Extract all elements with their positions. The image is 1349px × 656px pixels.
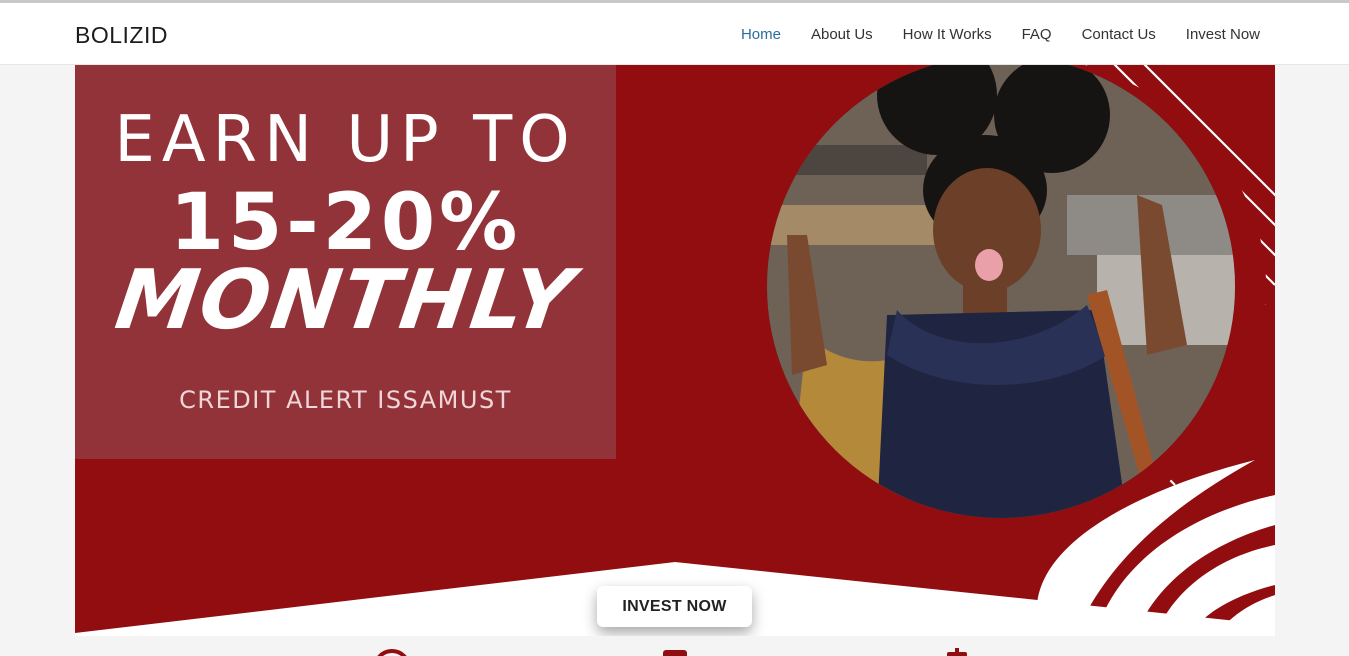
features-row <box>0 636 1349 656</box>
nav-item-faq[interactable]: FAQ <box>1022 26 1052 43</box>
phone-icon <box>663 650 687 656</box>
dollar-icon <box>947 648 967 656</box>
headline-panel: EARN UP TO 15-20% MONTHLY CREDIT ALERT I… <box>75 65 616 459</box>
nav-item-contact-us[interactable]: Contact Us <box>1082 26 1156 43</box>
tagline: CREDIT ALERT ISSAMUST <box>179 386 512 414</box>
hero-photo <box>767 65 1235 518</box>
nav-item-about-us[interactable]: About Us <box>811 26 873 43</box>
headline-earn-up-to: EARN UP TO <box>114 103 577 177</box>
main-nav: Home About Us How It Works FAQ Contact U… <box>741 26 1260 43</box>
nav-item-home[interactable]: Home <box>741 26 781 43</box>
brand-logo[interactable]: BOLIZID <box>75 22 168 49</box>
target-icon <box>377 649 407 656</box>
navbar: BOLIZID Home About Us How It Works FAQ C… <box>0 3 1349 65</box>
woman-photo-illustration <box>767 65 1235 518</box>
invest-now-button[interactable]: INVEST NOW <box>597 586 752 627</box>
nav-item-how-it-works[interactable]: How It Works <box>903 26 992 43</box>
nav-item-invest-now[interactable]: Invest Now <box>1186 26 1260 43</box>
hero-banner: EARN UP TO 15-20% MONTHLY CREDIT ALERT I… <box>75 65 1275 636</box>
headline-monthly: MONTHLY <box>110 253 581 348</box>
